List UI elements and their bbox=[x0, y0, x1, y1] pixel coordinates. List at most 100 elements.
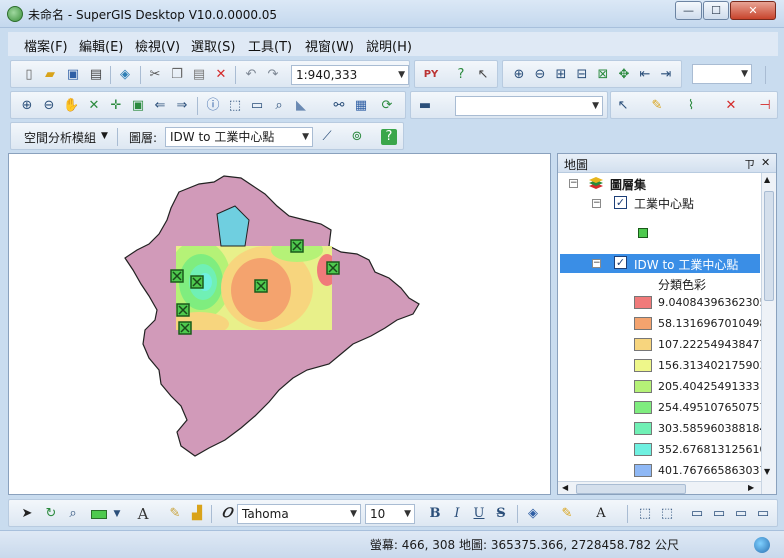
pin-icon[interactable]: ㄗ bbox=[744, 156, 755, 172]
cut-icon[interactable]: ✂ bbox=[147, 67, 163, 83]
python-icon[interactable]: PY bbox=[423, 67, 439, 83]
point-marker[interactable] bbox=[254, 279, 268, 293]
underline-button[interactable]: U bbox=[471, 506, 487, 522]
measure-icon[interactable]: ◣ bbox=[293, 98, 309, 114]
split-icon[interactable]: ⊣ bbox=[757, 98, 773, 114]
spatial-analysis-module-menu[interactable]: 空間分析模組 bbox=[24, 129, 96, 146]
zoom-layout-icon[interactable]: ⌕ bbox=[65, 506, 81, 522]
analysis-layer-combobox[interactable]: IDW to 工業中心點 ▼ bbox=[165, 127, 313, 147]
bring-to-front-icon[interactable]: ▭ bbox=[689, 506, 705, 522]
toc-hscroll-thumb[interactable] bbox=[576, 484, 686, 494]
point-marker[interactable] bbox=[170, 269, 184, 283]
paste-icon[interactable]: ▤ bbox=[191, 67, 207, 83]
scroll-left-icon[interactable]: ◀ bbox=[562, 483, 568, 492]
layer1-name[interactable]: 工業中心點 bbox=[634, 195, 694, 212]
text-tool-icon[interactable]: A bbox=[135, 506, 151, 522]
rectangle-tool-icon[interactable] bbox=[91, 510, 107, 519]
menu-edit[interactable]: 編輯(E) bbox=[79, 36, 123, 55]
next-extent-icon[interactable]: ⇥ bbox=[658, 67, 674, 83]
callout-icon[interactable]: ▟ bbox=[189, 506, 205, 522]
menu-select[interactable]: 選取(S) bbox=[191, 36, 235, 55]
layer1-collapse-toggle[interactable]: − bbox=[592, 199, 601, 208]
italic-button[interactable]: I bbox=[449, 506, 465, 522]
layer1-visibility-checkbox[interactable]: ✓ bbox=[614, 196, 627, 209]
redo-icon[interactable]: ↷ bbox=[265, 67, 281, 83]
help-icon[interactable]: ? bbox=[453, 67, 469, 83]
full-extent-icon[interactable]: ▣ bbox=[130, 98, 146, 114]
point-marker[interactable] bbox=[326, 261, 340, 275]
undo-icon[interactable]: ↶ bbox=[243, 67, 259, 83]
toc-horizontal-scrollbar[interactable]: ◀ ▶ bbox=[558, 481, 761, 494]
layer2-collapse-toggle[interactable]: − bbox=[592, 259, 601, 268]
toc-scroll-thumb[interactable] bbox=[764, 191, 774, 301]
bold-button[interactable]: B bbox=[427, 506, 443, 522]
point-marker[interactable] bbox=[290, 239, 304, 253]
zoom-layer-icon[interactable]: ⊟ bbox=[574, 67, 590, 83]
zoom-in-tool-icon[interactable]: ⊕ bbox=[19, 98, 35, 114]
font-size-combobox[interactable]: 10 ▼ bbox=[365, 504, 415, 524]
whats-this-icon[interactable]: ↖ bbox=[475, 67, 491, 83]
toc-close-button[interactable]: ✕ bbox=[761, 156, 770, 169]
scale-combobox[interactable]: 1:940,333 ▼ bbox=[291, 65, 409, 85]
reshape-icon[interactable]: ⌇ bbox=[683, 98, 699, 114]
chart-icon[interactable]: ⟋ bbox=[319, 129, 335, 145]
point-marker[interactable] bbox=[178, 321, 192, 335]
select-features-icon[interactable]: ⬚ bbox=[227, 98, 243, 114]
full-extent-icon[interactable]: ✥ bbox=[616, 67, 632, 83]
menu-file[interactable]: 檔案(F) bbox=[24, 36, 68, 55]
menu-help[interactable]: 說明(H) bbox=[366, 36, 412, 55]
distribute-icon[interactable]: ▭ bbox=[755, 506, 771, 522]
font-name-combobox[interactable]: Tahoma ▼ bbox=[237, 504, 361, 524]
layer-dropdown[interactable]: ▼ bbox=[455, 96, 603, 116]
layer2-visibility-checkbox[interactable]: ✓ bbox=[614, 256, 627, 269]
layers-group-label[interactable]: 圖層集 bbox=[610, 176, 646, 193]
map-canvas[interactable] bbox=[9, 154, 550, 494]
maximize-button[interactable]: ☐ bbox=[703, 1, 729, 20]
delete-icon[interactable]: ✕ bbox=[213, 67, 229, 83]
edit-tool-icon[interactable]: ↖ bbox=[615, 98, 631, 114]
select-element-icon[interactable]: ➤ bbox=[19, 506, 35, 522]
analysis-tool-icon[interactable]: ⊚ bbox=[349, 129, 365, 145]
print-icon[interactable]: ▤ bbox=[88, 67, 104, 83]
fixed-zoom-in-icon[interactable]: ✕ bbox=[86, 98, 102, 114]
toc-vertical-scrollbar[interactable]: ▲ ▼ bbox=[761, 173, 776, 494]
chevron-down-icon[interactable]: ▼ bbox=[101, 131, 108, 141]
add-data-icon[interactable]: ◈ bbox=[117, 67, 133, 83]
map-view[interactable] bbox=[8, 153, 551, 495]
point-marker[interactable] bbox=[176, 303, 190, 317]
hyperlink-icon[interactable]: ⚯ bbox=[331, 98, 347, 114]
pan-icon[interactable]: ✋ bbox=[63, 98, 79, 114]
previous-extent-icon[interactable]: ⇐ bbox=[152, 98, 168, 114]
strikethrough-button[interactable]: S̶ bbox=[493, 506, 509, 522]
extent-combobox[interactable]: ▼ bbox=[692, 64, 752, 84]
zoom-selected-icon[interactable]: ⊞ bbox=[553, 67, 569, 83]
ungroup-icon[interactable]: ⬚ bbox=[659, 506, 675, 522]
line-color-icon[interactable]: ✎ bbox=[559, 506, 575, 522]
layers-collapse-toggle[interactable]: − bbox=[569, 179, 578, 188]
minimize-button[interactable]: — bbox=[675, 1, 702, 20]
send-to-back-icon[interactable]: ▭ bbox=[711, 506, 727, 522]
fixed-zoom-icon[interactable]: ⊠ bbox=[595, 67, 611, 83]
new-document-icon[interactable]: ▯ bbox=[21, 67, 37, 83]
save-icon[interactable]: ▣ bbox=[65, 67, 81, 83]
align-icon[interactable]: ▭ bbox=[733, 506, 749, 522]
help-icon[interactable]: ? bbox=[381, 129, 397, 145]
zoom-out-tool-icon[interactable]: ⊖ bbox=[41, 98, 57, 114]
menu-window[interactable]: 視窗(W) bbox=[305, 36, 354, 55]
delete-vertex-icon[interactable]: ✕ bbox=[723, 98, 739, 114]
fill-color-icon[interactable]: ◈ bbox=[525, 506, 541, 522]
menu-view[interactable]: 檢視(V) bbox=[135, 36, 180, 55]
layer2-name[interactable]: IDW to 工業中心點 bbox=[634, 256, 738, 273]
close-button[interactable]: ✕ bbox=[730, 1, 776, 20]
refresh-icon[interactable]: ⟳ bbox=[379, 98, 395, 114]
scroll-down-icon[interactable]: ▼ bbox=[764, 467, 770, 476]
attribute-table-icon[interactable]: ▦ bbox=[353, 98, 369, 114]
open-folder-icon[interactable]: ▰ bbox=[42, 67, 58, 83]
previous-extent-icon[interactable]: ⇤ bbox=[637, 67, 653, 83]
clapboard-icon[interactable]: ▬ bbox=[417, 98, 433, 114]
font-color-icon[interactable]: A bbox=[593, 506, 609, 522]
scroll-right-icon[interactable]: ▶ bbox=[748, 483, 754, 492]
fixed-zoom-out-icon[interactable]: ✛ bbox=[108, 98, 124, 114]
zoom-out-icon[interactable]: ⊖ bbox=[532, 67, 548, 83]
next-extent-icon[interactable]: ⇒ bbox=[174, 98, 190, 114]
